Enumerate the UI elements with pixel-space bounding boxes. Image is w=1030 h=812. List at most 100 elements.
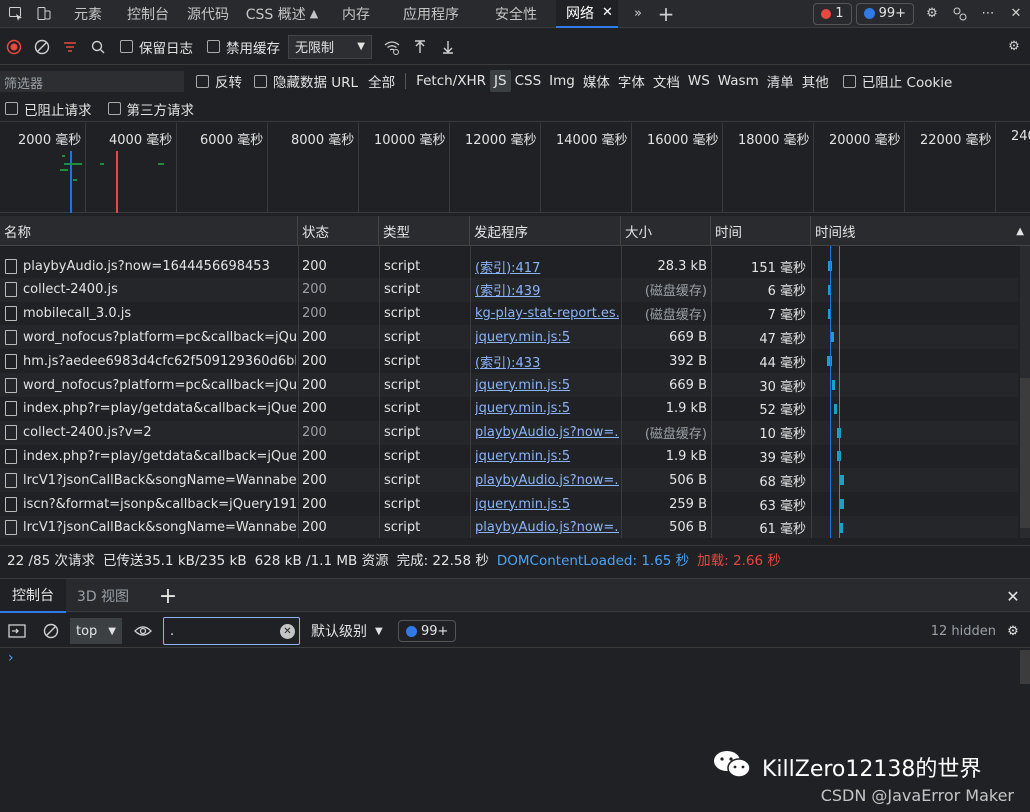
table-row[interactable]: word_nofocus?platform=pc&callback=jQu...… xyxy=(0,325,1018,350)
filter-type-font[interactable]: 字体 xyxy=(614,70,649,92)
filter-type-manifest[interactable]: 清单 xyxy=(763,70,798,92)
request-name-cell[interactable]: index.php?r=play/getdata&callback=jQuer.… xyxy=(0,397,296,421)
console-filter-input[interactable]: . ✕ xyxy=(163,617,300,645)
error-count-badge[interactable]: 1 xyxy=(813,2,852,25)
filter-type-img[interactable]: Img xyxy=(545,70,579,92)
column-time[interactable]: 时间 xyxy=(711,216,811,246)
export-har-icon[interactable] xyxy=(434,33,462,61)
add-drawer-tab-icon[interactable]: + xyxy=(154,579,182,613)
request-initiator[interactable]: jquery.min.js:5 xyxy=(475,492,619,516)
search-icon[interactable] xyxy=(84,33,112,61)
close-drawer-icon[interactable]: ✕ xyxy=(1002,579,1024,613)
record-icon[interactable] xyxy=(0,33,28,61)
console-scrollbar[interactable] xyxy=(1020,650,1030,684)
close-tab-icon[interactable]: ✕ xyxy=(602,5,613,20)
blocked-requests-checkbox[interactable]: 已阻止请求 xyxy=(5,99,92,119)
table-row[interactable]: playbyAudio.js?now=1644456698453 200 scrip… xyxy=(0,254,1018,278)
request-initiator[interactable]: playbyAudio.js?now=... xyxy=(475,516,619,538)
clear-icon[interactable] xyxy=(28,33,56,61)
request-initiator[interactable]: (索引):439 xyxy=(475,278,619,302)
console-settings-gear-icon[interactable]: ⚙ xyxy=(1000,618,1026,644)
tab-console[interactable]: 控制台 xyxy=(118,0,178,28)
table-row[interactable]: lrcV1?jsonCallBack&songName=Wannabe... 20… xyxy=(0,515,1018,538)
console-prompt[interactable]: › xyxy=(8,650,14,666)
tab-application[interactable]: 应用程序 xyxy=(386,0,476,28)
filter-type-other[interactable]: 其他 xyxy=(798,70,833,92)
request-initiator[interactable]: jquery.min.js:5 xyxy=(475,373,619,397)
filter-type-css[interactable]: CSS xyxy=(511,70,546,92)
request-name-cell[interactable]: hm.js?aedee6983d4cfc62f509129360d6bb3d xyxy=(0,349,296,373)
network-overview[interactable]: 2000 毫秒 4000 毫秒 6000 毫秒 8000 毫秒 10000 毫秒… xyxy=(0,123,1030,213)
inspect-element-icon[interactable] xyxy=(2,0,30,28)
request-initiator[interactable]: (索引):433 xyxy=(475,349,619,373)
blocked-cookies-checkbox[interactable]: 已阻止 Cookie xyxy=(842,71,952,91)
console-message-badge[interactable]: 99+ xyxy=(398,620,457,642)
throttle-select[interactable]: 无限制 ▼ xyxy=(288,34,372,59)
request-initiator[interactable]: playbyAudio.js?now=... xyxy=(475,468,619,492)
table-row[interactable]: collect-2400.js?v=2 200 script playbyAudio.… xyxy=(0,420,1018,445)
more-menu-icon[interactable]: ⋯ xyxy=(974,0,1002,28)
add-tab-icon[interactable]: + xyxy=(652,0,680,28)
column-size[interactable]: 大小 xyxy=(621,216,711,246)
request-initiator[interactable]: playbyAudio.js?now=... xyxy=(475,421,619,445)
network-conditions-icon[interactable] xyxy=(378,33,406,61)
column-type[interactable]: 类型 xyxy=(379,216,470,246)
clear-filter-icon[interactable]: ✕ xyxy=(280,623,295,639)
log-level-select[interactable]: 默认级别 ▼ xyxy=(311,618,383,644)
request-name-cell[interactable]: playbyAudio.js?now=1644456698453 xyxy=(0,254,296,278)
column-waterfall[interactable]: 时间线 ▲ xyxy=(811,216,1030,246)
request-name-cell[interactable]: iscn?&format=jsonp&callback=jQuery1910..… xyxy=(0,492,296,516)
more-tabs-icon[interactable]: » xyxy=(624,0,652,28)
tab-network[interactable]: 网络 ✕ xyxy=(556,0,618,28)
filter-type-ws[interactable]: WS xyxy=(684,70,714,92)
request-name-cell[interactable]: word_nofocus?platform=pc&callback=jQu... xyxy=(0,325,296,349)
request-initiator[interactable]: jquery.min.js:5 xyxy=(475,397,619,421)
table-row[interactable]: hm.js?aedee6983d4cfc62f509129360d6bb3d 20… xyxy=(0,349,1018,373)
column-status[interactable]: 状态 xyxy=(298,216,379,246)
table-row[interactable]: iscn?&format=jsonp&callback=jQuery1910..… xyxy=(0,492,1018,516)
filter-type-fetch-xhr[interactable]: Fetch/XHR xyxy=(412,70,490,92)
request-initiator[interactable]: kg-play-stat-report.es... xyxy=(475,302,619,326)
request-initiator[interactable]: jquery.min.js:5 xyxy=(475,325,619,349)
filter-type-wasm[interactable]: Wasm xyxy=(714,70,763,92)
table-row[interactable]: word_nofocus?platform=pc&callback=jQu...… xyxy=(0,373,1018,397)
table-row[interactable]: collect-2400.js 200 script (索引):439 (磁盘缓存) 6 … xyxy=(0,277,1018,302)
sidebar-toggle-icon[interactable] xyxy=(4,618,30,644)
table-scrollbar-thumb[interactable] xyxy=(1020,378,1030,528)
settings-gear-icon[interactable]: ⚙ xyxy=(918,0,946,28)
hide-data-url-checkbox[interactable]: 隐藏数据 URL xyxy=(254,71,358,91)
drawer-tab-console[interactable]: 控制台 xyxy=(0,579,66,613)
table-row[interactable]: mobilecall_3.0.js 200 script kg-play-stat-r… xyxy=(0,302,1018,326)
column-initiator[interactable]: 发起程序 xyxy=(470,216,621,246)
network-settings-gear-icon[interactable]: ⚙ xyxy=(1000,33,1028,61)
table-row[interactable]: index.php?r=play/getdata&callback=jQuer.… xyxy=(0,397,1018,421)
request-name-cell[interactable]: mobilecall_3.0.js xyxy=(0,302,296,326)
tab-security[interactable]: 安全性 xyxy=(476,0,556,28)
preserve-log-checkbox[interactable]: 保留日志 xyxy=(120,37,193,57)
request-name-cell[interactable]: lrcV1?jsonCallBack&songName=Wannabe... xyxy=(0,516,296,538)
customize-icon[interactable] xyxy=(946,0,974,28)
column-name[interactable]: 名称 xyxy=(0,216,298,246)
request-name-cell[interactable]: collect-2400.js?v=2 xyxy=(0,421,296,445)
tab-sources[interactable]: 源代码 xyxy=(178,0,238,28)
filter-type-js[interactable]: JS xyxy=(490,70,511,92)
device-toolbar-icon[interactable] xyxy=(30,0,58,28)
invert-checkbox[interactable]: 反转 xyxy=(196,71,242,91)
request-name-cell[interactable]: word_nofocus?platform=pc&callback=jQu... xyxy=(0,373,296,397)
filter-type-media[interactable]: 媒体 xyxy=(579,70,614,92)
request-name-cell[interactable]: lrcV1?jsonCallBack&songName=Wannabe... xyxy=(0,468,296,492)
table-row[interactable]: index.php?r=play/getdata&callback=jQuer.… xyxy=(0,444,1018,468)
message-count-badge[interactable]: 99+ xyxy=(855,2,914,25)
import-har-icon[interactable] xyxy=(406,33,434,61)
request-initiator[interactable]: (索引):417 xyxy=(475,254,619,278)
context-select[interactable]: top ▼ xyxy=(70,618,122,644)
request-name-cell[interactable]: collect-2400.js xyxy=(0,278,296,302)
filter-type-doc[interactable]: 文档 xyxy=(649,70,684,92)
request-initiator[interactable]: jquery.min.js:5 xyxy=(475,444,619,468)
drawer-tab-3d-view[interactable]: 3D 视图 xyxy=(66,579,140,613)
close-devtools-icon[interactable]: ✕ xyxy=(1002,0,1030,28)
clear-console-icon[interactable] xyxy=(38,618,64,644)
filter-icon[interactable] xyxy=(56,33,84,61)
disable-cache-checkbox[interactable]: 禁用缓存 xyxy=(207,37,280,57)
live-expression-eye-icon[interactable] xyxy=(130,618,156,644)
